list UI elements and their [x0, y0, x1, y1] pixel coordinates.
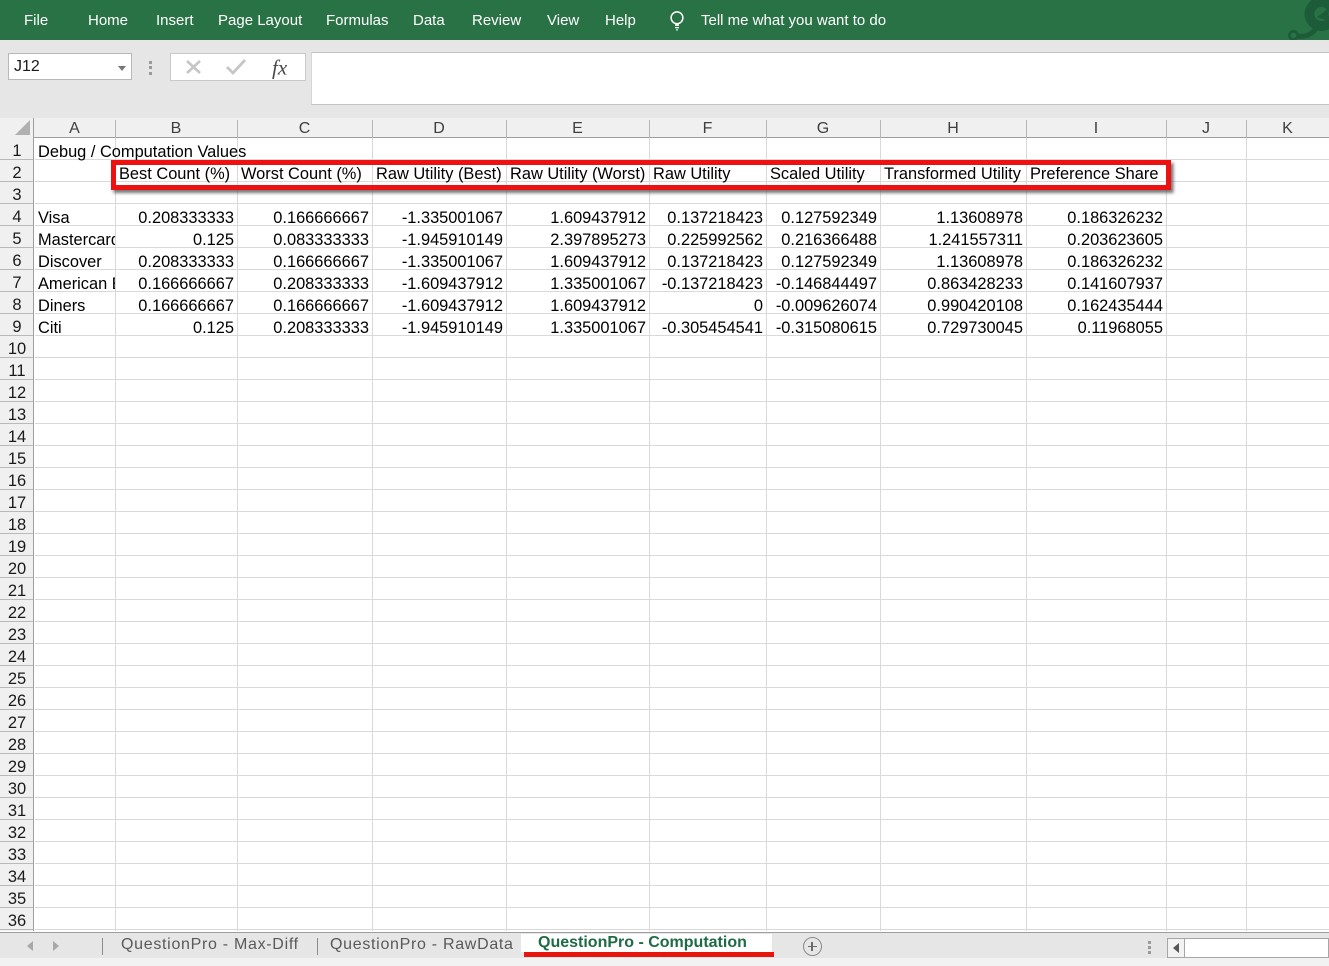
svg-text:fx: fx	[272, 56, 288, 80]
